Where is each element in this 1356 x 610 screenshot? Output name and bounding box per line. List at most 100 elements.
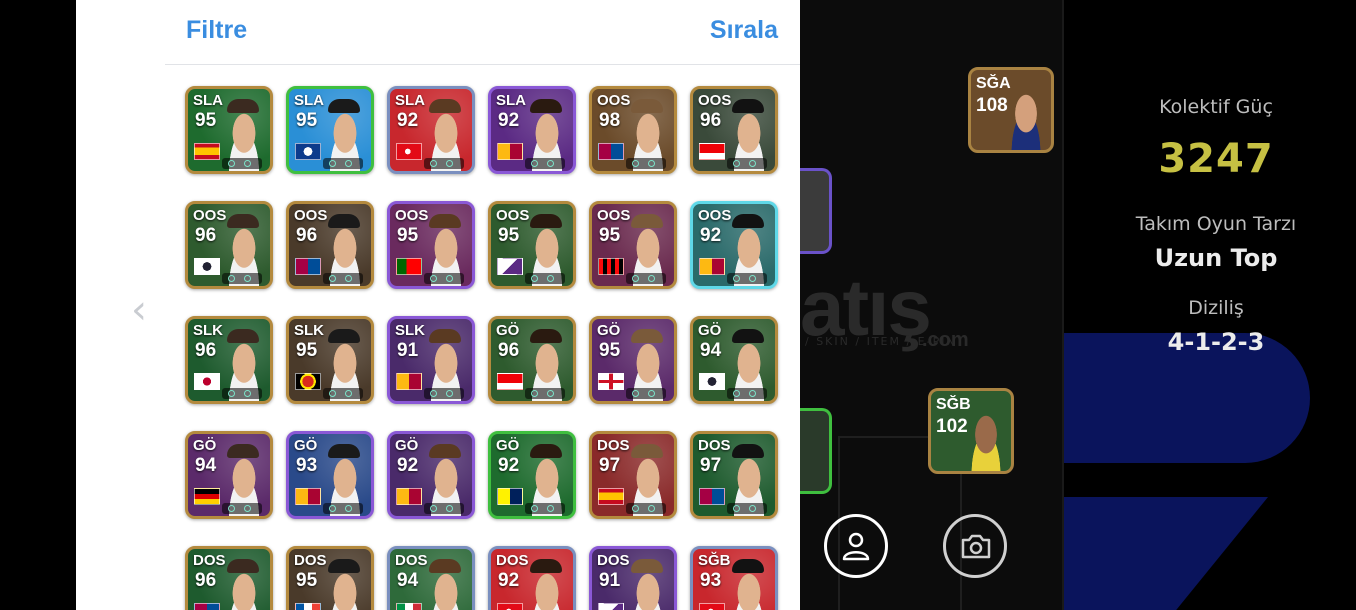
- player-rating: 95: [599, 340, 621, 361]
- player-card[interactable]: OOS 96: [185, 201, 273, 289]
- nationality-flag-icon: [598, 258, 624, 275]
- player-card[interactable]: OOS 96: [286, 201, 374, 289]
- player-portrait: [222, 573, 266, 610]
- player-portrait: [965, 415, 1007, 471]
- skill-badge-icon: [446, 160, 453, 167]
- player-card[interactable]: GÖ 96: [488, 316, 576, 404]
- skill-badge-icon: [531, 390, 538, 397]
- player-card[interactable]: OOS 92: [690, 201, 778, 289]
- player-card[interactable]: GÖ 95: [589, 316, 677, 404]
- nationality-flag-icon: [699, 143, 725, 160]
- skill-badge-icon: [228, 505, 235, 512]
- player-position: OOS: [193, 207, 227, 224]
- player-card[interactable]: DOS 94: [387, 546, 475, 610]
- player-card[interactable]: DOS 91: [589, 546, 677, 610]
- player-card[interactable]: OOS 96: [690, 86, 778, 174]
- player-portrait: [626, 573, 670, 610]
- player-card[interactable]: DOS 96: [185, 546, 273, 610]
- player-hair: [530, 99, 562, 113]
- player-card[interactable]: GÖ 92: [488, 431, 576, 519]
- player-portrait: [727, 573, 771, 610]
- player-position: DOS: [193, 552, 226, 569]
- skill-badge-icon: [632, 505, 639, 512]
- camera-button[interactable]: [943, 514, 1007, 578]
- player-position: SLA: [496, 92, 526, 109]
- nationality-flag-icon: [194, 258, 220, 275]
- player-card[interactable]: DOS 97: [589, 431, 677, 519]
- player-rating: 102: [936, 416, 968, 437]
- skill-badge-icon: [547, 390, 554, 397]
- player-card[interactable]: DOS 95: [286, 546, 374, 610]
- player-position: OOS: [698, 207, 732, 224]
- player-card[interactable]: OOS 95: [589, 201, 677, 289]
- skill-badge-icon: [531, 505, 538, 512]
- pitch-player-card-sgb[interactable]: SĞB 102: [928, 388, 1014, 474]
- nationality-flag-icon: [194, 373, 220, 390]
- player-position: SĞB: [698, 552, 731, 569]
- player-card[interactable]: SLA 92: [387, 86, 475, 174]
- player-card[interactable]: SLA 92: [488, 86, 576, 174]
- player-rating: 92: [498, 570, 520, 591]
- player-card[interactable]: SLA 95: [286, 86, 374, 174]
- player-rating: 97: [599, 455, 621, 476]
- partial-player-card[interactable]: [800, 168, 832, 254]
- player-card[interactable]: SLK 95: [286, 316, 374, 404]
- nationality-flag-icon: [598, 603, 624, 610]
- player-rating: 96: [195, 225, 217, 246]
- player-card[interactable]: GÖ 94: [690, 316, 778, 404]
- player-card[interactable]: OOS 95: [387, 201, 475, 289]
- player-card[interactable]: OOS 95: [488, 201, 576, 289]
- nationality-flag-icon: [699, 373, 725, 390]
- skill-badge-icon: [547, 275, 554, 282]
- nationality-flag-icon: [396, 143, 422, 160]
- player-position: OOS: [597, 207, 631, 224]
- player-card[interactable]: SLK 91: [387, 316, 475, 404]
- skill-badge-icon: [547, 160, 554, 167]
- nationality-flag-icon: [396, 258, 422, 275]
- nationality-flag-icon: [497, 603, 523, 610]
- player-card[interactable]: GÖ 94: [185, 431, 273, 519]
- player-card[interactable]: OOS 98: [589, 86, 677, 174]
- player-rating: 96: [195, 570, 217, 591]
- player-card[interactable]: DOS 97: [690, 431, 778, 519]
- nationality-flag-icon: [598, 488, 624, 505]
- skill-badge-icon: [648, 160, 655, 167]
- player-portrait: [424, 573, 468, 610]
- player-card[interactable]: SLA 95: [185, 86, 273, 174]
- nationality-flag-icon: [497, 143, 523, 160]
- player-position: SLK: [395, 322, 425, 339]
- player-rating: 91: [397, 340, 419, 361]
- skill-badge-icon: [648, 390, 655, 397]
- nationality-flag-icon: [699, 258, 725, 275]
- profile-button[interactable]: [824, 514, 888, 578]
- skill-badge-icon: [244, 275, 251, 282]
- player-card[interactable]: DOS 92: [488, 546, 576, 610]
- filter-button[interactable]: Filtre: [186, 16, 247, 45]
- player-position: DOS: [597, 437, 630, 454]
- nationality-flag-icon: [295, 488, 321, 505]
- player-hair: [429, 99, 461, 113]
- sort-button[interactable]: Sırala: [710, 16, 778, 45]
- player-card[interactable]: SLK 96: [185, 316, 273, 404]
- skill-badge-icon: [749, 275, 756, 282]
- pitch-player-card-sga[interactable]: SĞA 108: [968, 67, 1054, 153]
- partial-player-card[interactable]: [800, 408, 832, 494]
- player-position: SĞB: [936, 396, 971, 413]
- skill-badge-icon: [345, 160, 352, 167]
- player-card[interactable]: GÖ 93: [286, 431, 374, 519]
- skill-badge-icon: [648, 505, 655, 512]
- chevron-left-icon[interactable]: ‹: [131, 282, 147, 338]
- player-position: DOS: [294, 552, 327, 569]
- player-rating: 98: [599, 110, 621, 131]
- watermark-domain: .com: [922, 329, 969, 351]
- skill-badge-icon: [228, 390, 235, 397]
- player-hair: [227, 329, 259, 343]
- player-hair: [429, 329, 461, 343]
- player-rating: 97: [700, 455, 722, 476]
- player-rating: 95: [397, 225, 419, 246]
- nationality-flag-icon: [396, 603, 422, 610]
- player-rating: 96: [498, 340, 520, 361]
- player-card[interactable]: GÖ 92: [387, 431, 475, 519]
- player-card[interactable]: SĞB 93: [690, 546, 778, 610]
- skill-badge-icon: [329, 390, 336, 397]
